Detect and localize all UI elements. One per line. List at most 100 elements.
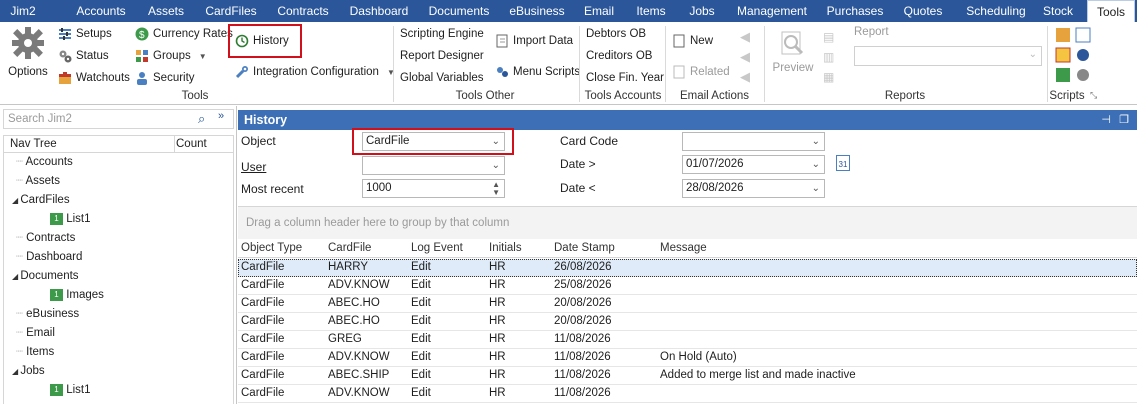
date-to-label: Date <	[560, 181, 596, 195]
menu-jim2[interactable]: Jim2	[0, 0, 46, 22]
restore-icon[interactable]: ❐	[1119, 110, 1129, 130]
import-data-label: Import Data	[513, 35, 574, 47]
menu-email[interactable]: Email	[580, 0, 618, 22]
tree-item-jobs-list1[interactable]: 1 List1	[50, 381, 91, 399]
date-to-input[interactable]: 28/08/2026 ⌄	[682, 179, 825, 198]
menu-accounts[interactable]: Accounts	[70, 0, 132, 22]
security-label: Security	[153, 72, 195, 84]
report-select[interactable]: ⌄	[854, 46, 1042, 66]
tree-item-email[interactable]: ┈ Email	[16, 324, 55, 342]
tree-line-icon: ┈	[16, 308, 27, 320]
tree-item-label: Items	[26, 346, 55, 358]
pin-icon[interactable]: ⊣	[1101, 110, 1111, 130]
table-row[interactable]: CardFile ADV.KNOW Edit HR 25/08/2026	[238, 277, 1137, 295]
cell-log-event: Edit	[411, 315, 431, 327]
preview-button[interactable]: Preview	[772, 30, 814, 82]
related-email-button[interactable]: Related	[672, 63, 730, 81]
search-icon[interactable]: ⌕	[198, 111, 205, 127]
tree-item-cardfiles[interactable]: ◢ CardFiles	[12, 191, 70, 209]
tree-item-dashboard[interactable]: ┈ Dashboard	[16, 248, 82, 266]
menu-scheduling[interactable]: Scheduling	[960, 0, 1032, 22]
tree-item-items[interactable]: ┈ Items	[16, 343, 54, 361]
collapse-icon[interactable]: »	[218, 110, 224, 122]
watchouts-button[interactable]: Watchouts	[58, 69, 130, 87]
options-button[interactable]: Options	[8, 26, 48, 86]
global-variables-button[interactable]: Global Variables	[400, 69, 484, 87]
tree-item-cardfiles-list1[interactable]: 1 List1	[50, 210, 91, 228]
tree-item-assets[interactable]: ┈ Assets	[16, 172, 60, 190]
cell-cardfile: ABEC.HO	[328, 315, 380, 327]
menu-scripts-button[interactable]: Menu Scripts	[495, 63, 580, 81]
calendar-icon[interactable]: 31	[836, 155, 850, 171]
date-from-input[interactable]: 01/07/2026 ⌄	[682, 155, 825, 174]
col-object-type[interactable]: Object Type	[241, 242, 302, 254]
debtors-ob-button[interactable]: Debtors OB	[586, 25, 646, 43]
scripting-engine-button[interactable]: Scripting Engine	[400, 25, 484, 43]
creditors-ob-button[interactable]: Creditors OB	[586, 47, 652, 65]
menu-jobs[interactable]: Jobs	[684, 0, 720, 22]
close-fin-year-button[interactable]: Close Fin. Year	[586, 69, 664, 87]
print-icons: ▤ ▥ ▦	[823, 30, 835, 84]
menu-quotes[interactable]: Quotes	[898, 0, 948, 22]
menu-purchases[interactable]: Purchases	[823, 0, 887, 22]
setups-button[interactable]: Setups	[58, 25, 112, 43]
tree-item-label: Assets	[25, 175, 60, 187]
tree-item-ebusiness[interactable]: ┈ eBusiness	[16, 305, 79, 323]
report-designer-button[interactable]: Report Designer	[400, 47, 484, 65]
import-data-button[interactable]: Import Data	[495, 32, 573, 50]
table-row[interactable]: CardFile ADV.KNOW Edit HR 11/08/2026	[238, 385, 1137, 403]
count-col[interactable]: Count	[176, 138, 207, 150]
most-recent-spinner[interactable]: 1000 ▲ ▼	[362, 179, 505, 198]
dialog-launcher-icon[interactable]: ⤡	[1090, 90, 1097, 101]
col-initials[interactable]: Initials	[489, 242, 522, 254]
ribbon-separator	[579, 26, 580, 102]
status-button[interactable]: Status	[58, 47, 109, 65]
menu-cardfiles[interactable]: CardFiles	[201, 0, 261, 22]
menu-ebusiness[interactable]: eBusiness	[505, 0, 569, 22]
table-row[interactable]: CardFile HARRY Edit HR 26/08/2026	[238, 259, 1137, 277]
card-code-select[interactable]: ⌄	[682, 132, 825, 151]
menu-stock[interactable]: Stock	[1040, 0, 1076, 22]
scripts-icon-grid[interactable]	[1054, 26, 1094, 86]
tree-item-documents[interactable]: ◢ Documents	[12, 267, 79, 285]
nav-tree-col[interactable]: Nav Tree	[10, 138, 57, 150]
new-email-button[interactable]: New	[672, 32, 713, 50]
table-row[interactable]: CardFile ADV.KNOW Edit HR 11/08/2026 On Hold …	[238, 349, 1137, 367]
user-select[interactable]: ⌄	[362, 156, 505, 175]
most-recent-label: Most recent	[241, 182, 304, 196]
col-message[interactable]: Message	[660, 242, 707, 254]
group-label-email-actions: Email Actions	[679, 90, 750, 102]
tree-item-documents-images[interactable]: 1 Images	[50, 286, 104, 304]
integration-config-button[interactable]: Integration Configuration ▼	[235, 63, 395, 81]
menu-dashboard[interactable]: Dashboard	[345, 0, 413, 22]
report-label: Report	[854, 26, 889, 38]
table-row[interactable]: CardFile ABEC.SHIP Edit HR 11/08/2026 Added t…	[238, 367, 1137, 385]
menu-assets[interactable]: Assets	[142, 0, 190, 22]
group-by-area[interactable]: Drag a column header here to group by th…	[238, 207, 1137, 239]
menu-items[interactable]: Items	[630, 0, 672, 22]
tree-item-contracts[interactable]: ┈ Contracts	[16, 229, 75, 247]
col-date-stamp[interactable]: Date Stamp	[554, 242, 615, 254]
list-icon: 1	[50, 288, 63, 301]
table-row[interactable]: CardFile GREG Edit HR 11/08/2026	[238, 331, 1137, 349]
tree-item-accounts[interactable]: ┈ Accounts	[16, 153, 73, 171]
col-cardfile[interactable]: CardFile	[328, 242, 371, 254]
magnifier-icon	[781, 31, 804, 55]
cell-log-event: Edit	[411, 351, 431, 363]
chevron-down-icon: ▼	[198, 51, 207, 61]
col-log-event[interactable]: Log Event	[411, 242, 463, 254]
table-row[interactable]: CardFile ABEC.HO Edit HR 20/08/2026	[238, 313, 1137, 331]
tree-item-jobs[interactable]: ◢ Jobs	[12, 362, 45, 380]
menu-documents[interactable]: Documents	[424, 0, 494, 22]
security-button[interactable]: Security	[135, 69, 195, 87]
menu-contracts[interactable]: Contracts	[272, 0, 334, 22]
cell-date-stamp: 20/08/2026	[554, 297, 612, 309]
menu-tools[interactable]: Tools	[1087, 0, 1135, 22]
table-row[interactable]: CardFile ABEC.HO Edit HR 20/08/2026	[238, 295, 1137, 313]
menu-management[interactable]: Management	[732, 0, 812, 22]
cell-message: Added to merge list and made inactive	[660, 369, 856, 381]
groups-button[interactable]: Groups ▼	[135, 47, 207, 65]
spinner-arrows-icon[interactable]: ▲ ▼	[492, 181, 500, 197]
currency-rates-button[interactable]: $ Currency Rates	[135, 25, 233, 43]
object-highlight	[352, 128, 514, 155]
